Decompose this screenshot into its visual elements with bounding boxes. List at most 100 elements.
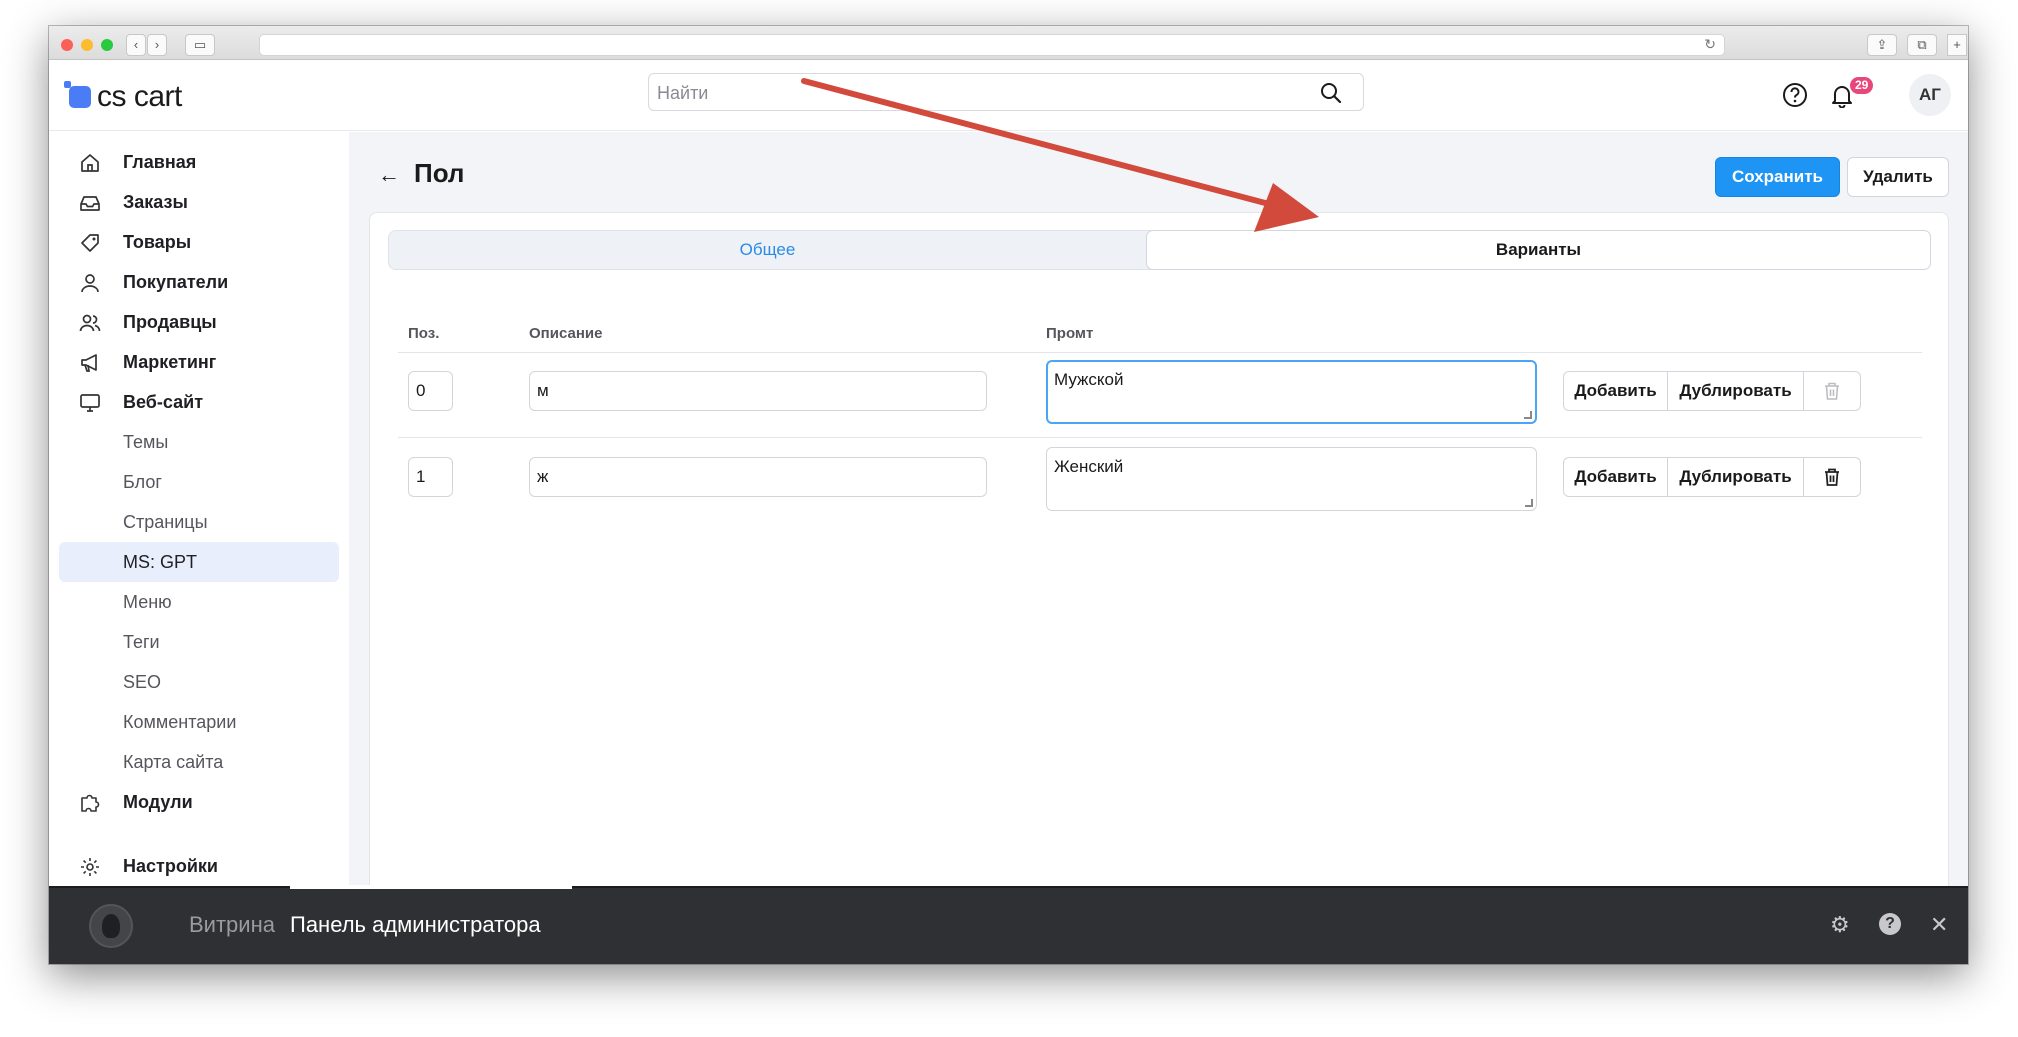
page-title: Пол bbox=[414, 158, 465, 188]
position-input[interactable]: 0 bbox=[408, 371, 453, 411]
delete-row-button[interactable] bbox=[1804, 372, 1860, 410]
tab-variants[interactable]: Варианты bbox=[1146, 230, 1931, 270]
sidebar-item-vendors[interactable]: Продавцы bbox=[49, 302, 349, 342]
sidebar-item-label: Товары bbox=[123, 231, 192, 252]
sidebar-item-blog[interactable]: Блог bbox=[49, 462, 349, 502]
logo-mark-icon bbox=[64, 81, 91, 108]
back-arrow-icon[interactable]: ← bbox=[378, 162, 400, 188]
sidebar-item-products[interactable]: Товары bbox=[49, 222, 349, 262]
main-content: ← Пол Сохранить Удалить Общее Варианты П… bbox=[349, 132, 1968, 912]
sidebar-item-marketing[interactable]: Маркетинг bbox=[49, 342, 349, 382]
minimize-window-button[interactable] bbox=[81, 39, 93, 51]
duplicate-row-button[interactable]: Дублировать bbox=[1668, 372, 1804, 410]
sidebar-item-menu[interactable]: Меню bbox=[49, 582, 349, 622]
duplicate-row-button[interactable]: Дублировать bbox=[1668, 458, 1804, 496]
sidebar-item-label: Главная bbox=[123, 151, 197, 172]
sidebar-item-label: Блог bbox=[123, 471, 162, 492]
prompt-text: Женский bbox=[1054, 457, 1124, 476]
sidebar-item-label: Страницы bbox=[123, 511, 208, 532]
notification-count-badge: 29 bbox=[1850, 77, 1874, 94]
column-header-position: Поз. bbox=[408, 325, 440, 342]
trash-icon bbox=[1825, 468, 1839, 486]
sidebar-item-label: Веб-сайт bbox=[123, 391, 204, 412]
reload-icon[interactable]: ↻ bbox=[1704, 36, 1716, 53]
logo-text: cs cart bbox=[97, 80, 182, 113]
prompt-textarea[interactable]: Мужской bbox=[1046, 360, 1537, 424]
tag-icon bbox=[81, 234, 99, 252]
add-row-button[interactable]: Добавить bbox=[1564, 458, 1668, 496]
close-window-button[interactable] bbox=[61, 39, 73, 51]
gear-icon[interactable]: ⚙ bbox=[1830, 912, 1850, 938]
sidebar-item-seo[interactable]: SEO bbox=[49, 662, 349, 702]
row-actions: Добавить Дублировать bbox=[1563, 457, 1861, 497]
sidebar-item-comments[interactable]: Комментарии bbox=[49, 702, 349, 742]
sidebar-item-label: Меню bbox=[123, 591, 172, 612]
users-icon bbox=[79, 314, 101, 332]
app-header: cs cart 29 АГ bbox=[49, 60, 1968, 131]
sidebar-item-addons[interactable]: Модули bbox=[49, 782, 349, 822]
sidebar-item-website[interactable]: Веб-сайт bbox=[49, 382, 349, 422]
search-input[interactable] bbox=[657, 82, 1297, 104]
sidebar-item-label: Теги bbox=[123, 631, 160, 652]
prompt-textarea[interactable]: Женский bbox=[1046, 447, 1537, 511]
tab-bar: Общее Варианты bbox=[388, 230, 1931, 270]
sidebar-item-home[interactable]: Главная bbox=[49, 142, 349, 182]
sidebar-item-label: Маркетинг bbox=[123, 351, 217, 372]
active-tab-indicator bbox=[290, 885, 572, 889]
delete-row-button[interactable] bbox=[1804, 458, 1860, 496]
storefront-tab[interactable]: Витрина bbox=[189, 912, 275, 938]
close-icon[interactable]: ✕ bbox=[1930, 912, 1948, 938]
megaphone-icon bbox=[81, 354, 97, 372]
trash-icon bbox=[1825, 382, 1839, 400]
table-divider bbox=[398, 352, 1922, 353]
back-nav-icon[interactable]: ‹ bbox=[126, 34, 146, 56]
user-icon bbox=[81, 274, 99, 293]
sidebar-item-label: Модули bbox=[123, 791, 193, 812]
storefront-logo-icon[interactable] bbox=[89, 904, 133, 948]
forward-nav-icon[interactable]: › bbox=[147, 34, 167, 56]
resize-grip-icon[interactable] bbox=[1525, 499, 1533, 507]
search-icon[interactable] bbox=[1319, 81, 1343, 105]
admin-panel-tab[interactable]: Панель администратора bbox=[290, 912, 541, 938]
description-input[interactable]: м bbox=[529, 371, 987, 411]
delete-button[interactable]: Удалить bbox=[1847, 157, 1949, 197]
tabs-overview-icon[interactable]: ⧉ bbox=[1907, 34, 1937, 56]
sidebar: Главная Заказы Товары Покупатели Продавц… bbox=[49, 132, 349, 886]
gear-icon bbox=[81, 858, 99, 876]
sidebar-item-orders[interactable]: Заказы bbox=[49, 182, 349, 222]
sidebar-item-pages[interactable]: Страницы bbox=[49, 502, 349, 542]
sidebar-item-ms-gpt[interactable]: MS: GPT bbox=[59, 542, 339, 582]
help-icon[interactable] bbox=[1782, 82, 1808, 108]
resize-grip-icon[interactable] bbox=[1524, 411, 1532, 419]
sidebar-item-sitemap[interactable]: Карта сайта bbox=[49, 742, 349, 782]
puzzle-icon bbox=[81, 794, 100, 812]
sidebar-item-customers[interactable]: Покупатели bbox=[49, 262, 349, 302]
position-input[interactable]: 1 bbox=[408, 457, 453, 497]
user-avatar[interactable]: АГ bbox=[1909, 74, 1951, 116]
row-actions: Добавить Дублировать bbox=[1563, 371, 1861, 411]
sidebar-item-label: Карта сайта bbox=[123, 751, 224, 772]
variants-card: Общее Варианты Поз. Описание Промт 0 м М… bbox=[369, 212, 1949, 912]
home-icon bbox=[81, 154, 99, 172]
sidebar-toggle-icon[interactable]: ▭ bbox=[185, 34, 215, 56]
add-row-button[interactable]: Добавить bbox=[1564, 372, 1668, 410]
sidebar-item-themes[interactable]: Темы bbox=[49, 422, 349, 462]
help-icon[interactable]: ? bbox=[1879, 913, 1901, 935]
sidebar-item-tags[interactable]: Теги bbox=[49, 622, 349, 662]
save-button[interactable]: Сохранить bbox=[1715, 157, 1840, 197]
column-header-prompt: Промт bbox=[1046, 325, 1094, 342]
sidebar-item-settings[interactable]: Настройки bbox=[49, 846, 349, 886]
prompt-text: Мужской bbox=[1054, 370, 1124, 389]
sidebar-item-label: Покупатели bbox=[123, 271, 229, 292]
search-box bbox=[648, 73, 1364, 111]
sidebar-item-label: Продавцы bbox=[123, 311, 217, 332]
address-bar[interactable]: ↻ bbox=[259, 34, 1725, 56]
description-input[interactable]: ж bbox=[529, 457, 987, 497]
share-icon[interactable]: ⇪ bbox=[1867, 34, 1897, 56]
sidebar-item-label: Настройки bbox=[123, 855, 218, 876]
tab-general[interactable]: Общее bbox=[389, 231, 1146, 269]
zoom-window-button[interactable] bbox=[101, 39, 113, 51]
new-tab-icon[interactable]: + bbox=[1947, 34, 1967, 56]
logo[interactable]: cs cart bbox=[64, 80, 182, 114]
monitor-icon bbox=[80, 394, 100, 412]
